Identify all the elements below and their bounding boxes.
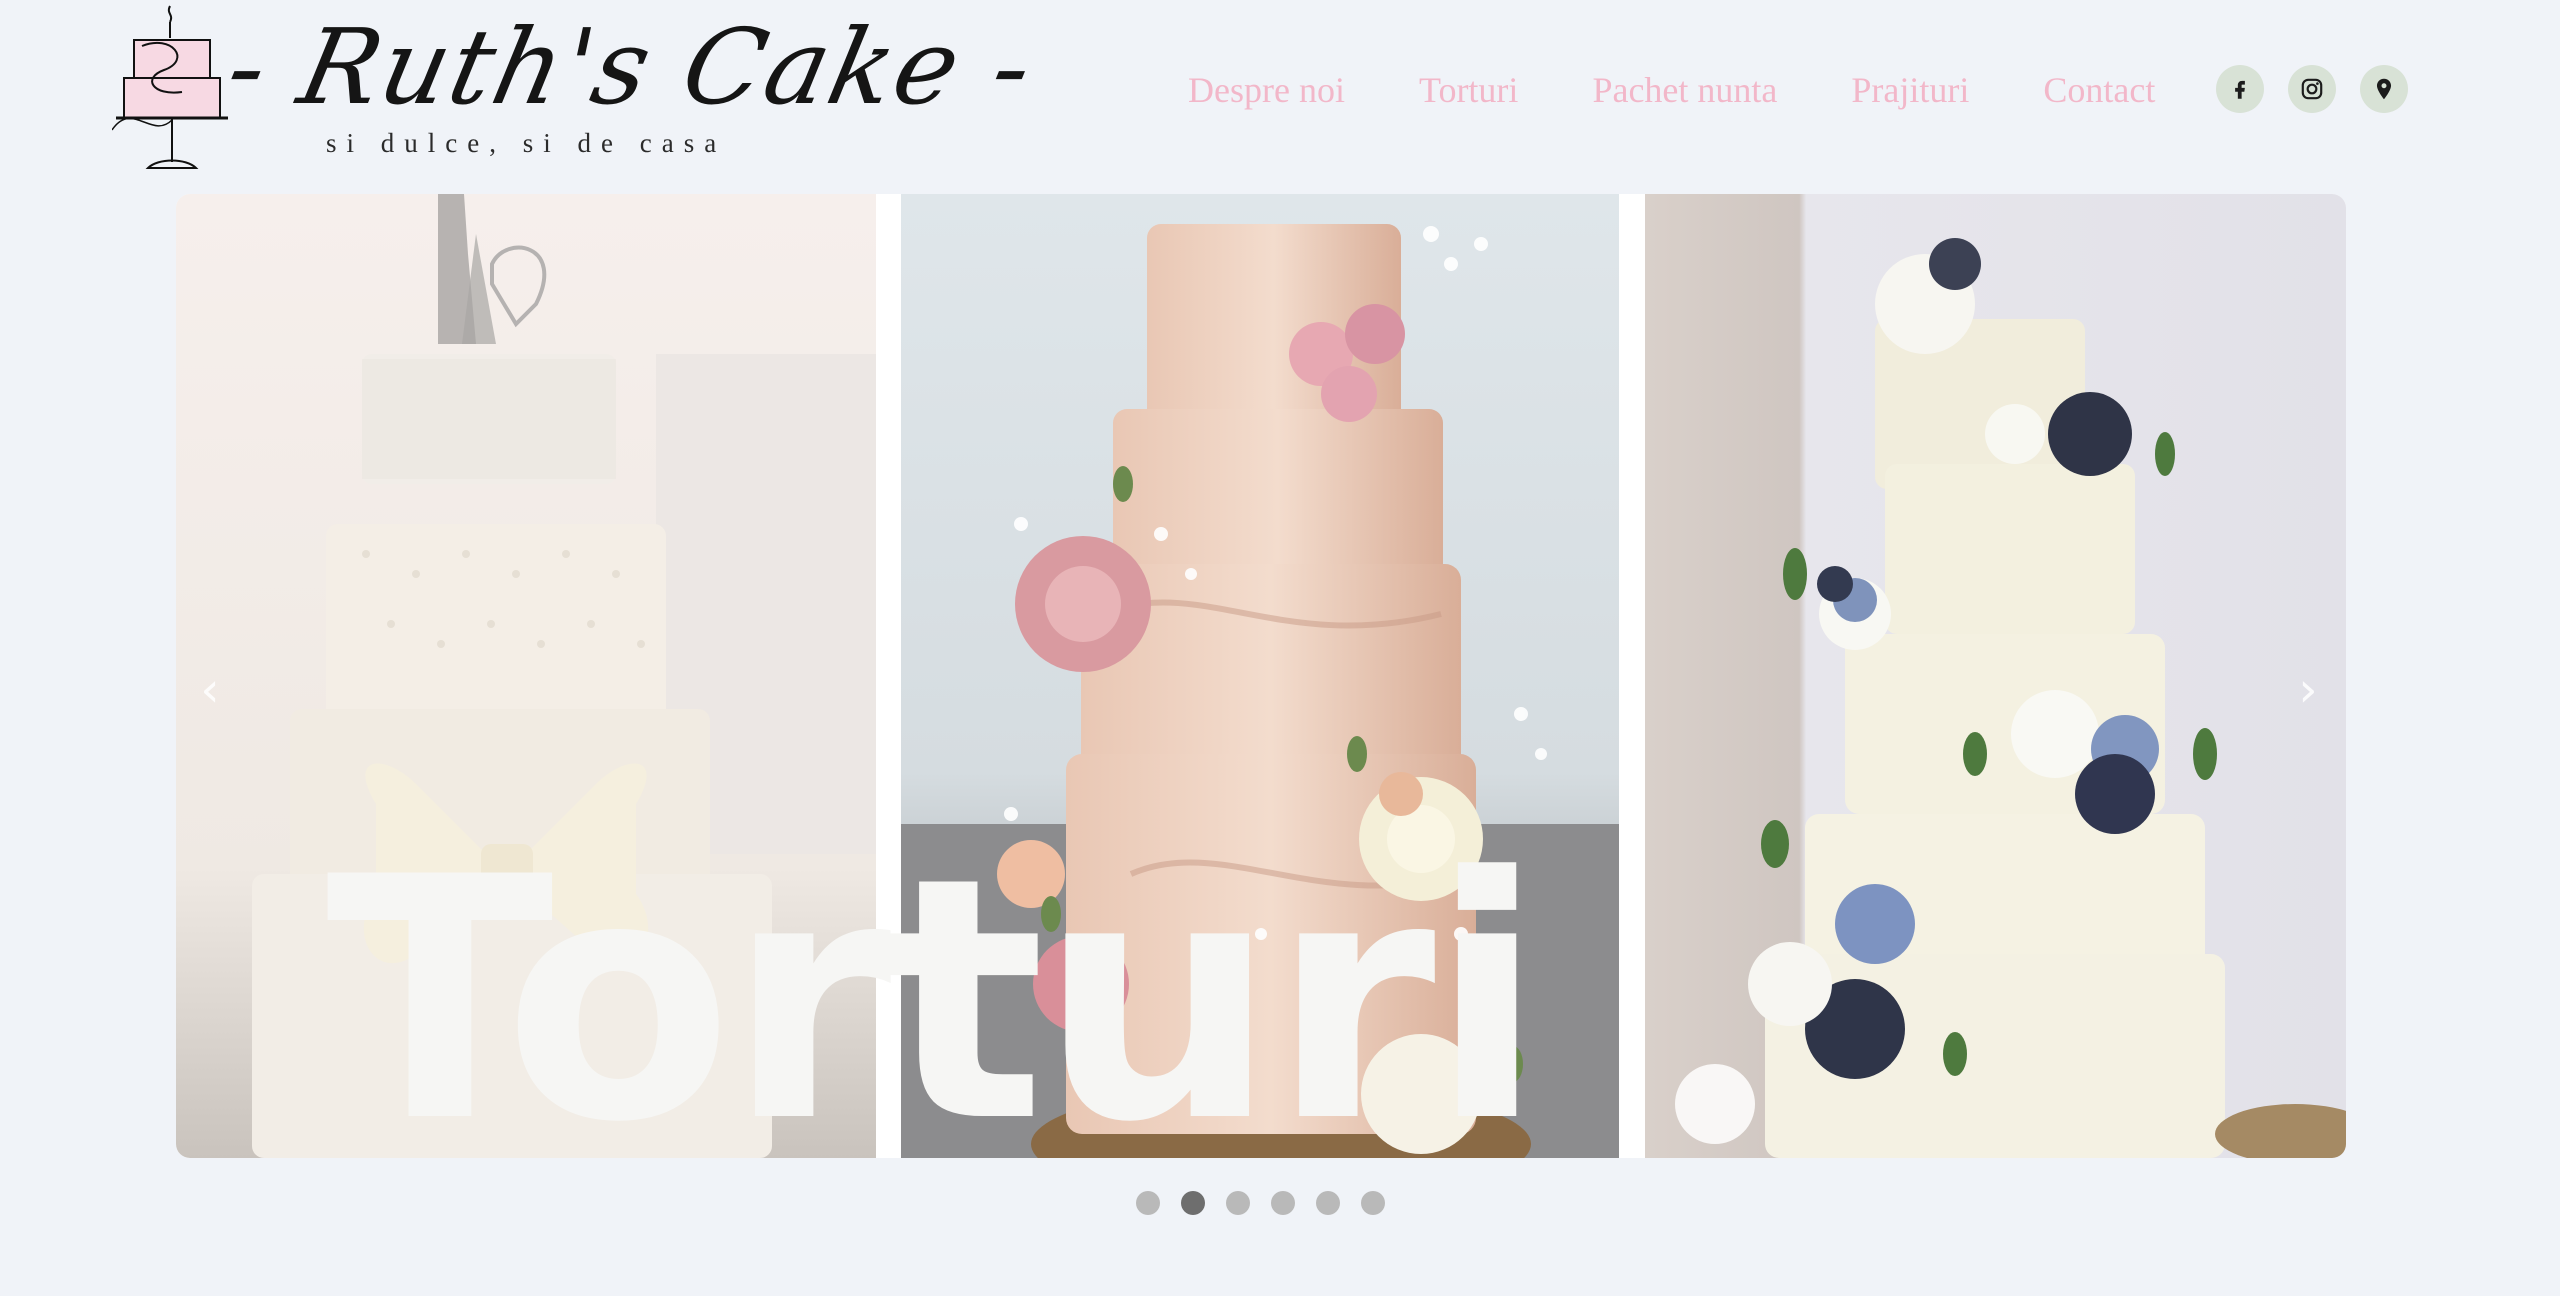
blush-marble-cake-with-roses-image xyxy=(901,194,1619,1158)
carousel-dot-5[interactable] xyxy=(1316,1191,1340,1215)
carousel-dot-3[interactable] xyxy=(1226,1191,1250,1215)
site-logo[interactable]: - Ruth's Cake - si dulce, si de casa xyxy=(112,0,1045,190)
social-links xyxy=(2216,65,2408,113)
carousel-prev-button[interactable]: ‹ xyxy=(188,662,232,718)
instagram-icon xyxy=(2301,78,2323,100)
brand-tagline: si dulce, si de casa xyxy=(326,128,727,158)
carousel-dot-6[interactable] xyxy=(1361,1191,1385,1215)
carousel-slide[interactable] xyxy=(901,194,1619,1158)
map-pin-icon xyxy=(2376,78,2392,100)
ivory-cake-with-navy-and-blue-flowers-image xyxy=(1645,194,2346,1158)
instagram-button[interactable] xyxy=(2288,65,2336,113)
nav-item-pachet-nunta[interactable]: Pachet nunta xyxy=(1592,69,1777,111)
cake-stand-icon xyxy=(112,5,228,169)
facebook-button[interactable] xyxy=(2216,65,2264,113)
white-cake-with-bow-and-topper-image xyxy=(176,194,876,1158)
hero-carousel[interactable]: Torturi xyxy=(176,194,2346,1158)
nav-item-contact[interactable]: Contact xyxy=(2043,69,2155,111)
nav-item-prajituri[interactable]: Prajituri xyxy=(1851,69,1969,111)
carousel-slide[interactable] xyxy=(176,194,876,1158)
carousel-dot-1[interactable] xyxy=(1136,1191,1160,1215)
carousel-pagination xyxy=(1136,1191,1385,1215)
nav-item-torturi[interactable]: Torturi xyxy=(1419,69,1518,111)
brand-name: - Ruth's Cake - xyxy=(217,6,1045,128)
carousel-slide[interactable] xyxy=(1645,194,2346,1158)
facebook-icon xyxy=(2235,80,2245,99)
carousel-next-button[interactable]: › xyxy=(2286,662,2330,718)
carousel-dot-2[interactable] xyxy=(1181,1191,1205,1215)
main-nav: Despre noi Torturi Pachet nunta Prajitur… xyxy=(1188,62,2155,118)
location-button[interactable] xyxy=(2360,65,2408,113)
nav-item-despre-noi[interactable]: Despre noi xyxy=(1188,69,1345,111)
carousel-dot-4[interactable] xyxy=(1271,1191,1295,1215)
